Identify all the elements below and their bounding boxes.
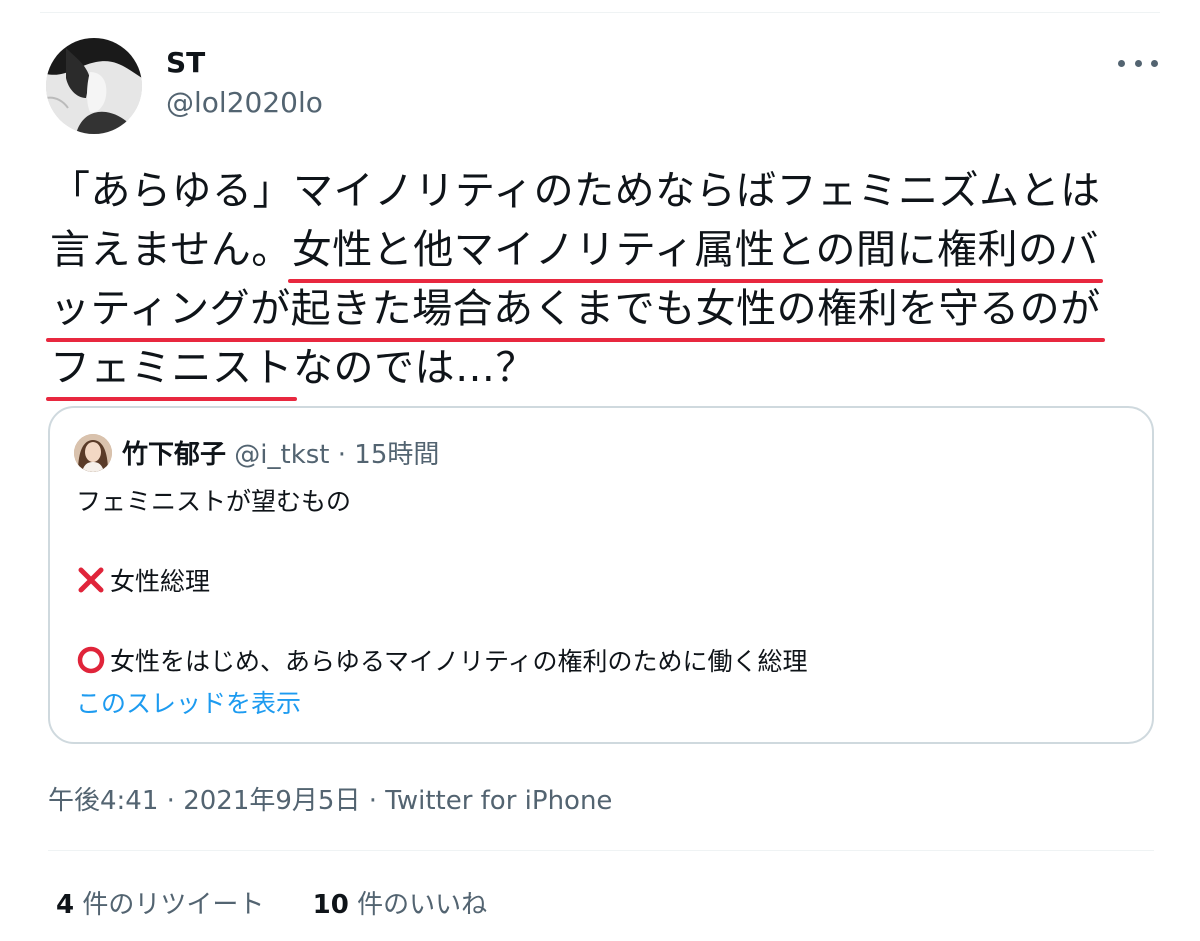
quoted-line: 女性をはじめ、あらゆるマイノリティの権利のために働く総理 [76,642,808,682]
tweet-container: ST @lol2020lo 「あらゆる」マイノリティのためならばフェミニズムとは… [0,0,1200,941]
tweet-date-link[interactable]: 2021年9月5日 [183,786,360,816]
retweets-label: 件のリツイート [74,890,265,920]
tweet-timestamp: 午後4:41 · 2021年9月5日 · Twitter for iPhone [48,780,612,817]
tweet-text-segment: 「あらゆる」マイノリティのためならばフェミニズムとは [50,168,1101,214]
quoted-line-text: 女性をはじめ、あらゆるマイノリティの権利のために働く総理 [110,647,808,676]
author-handle[interactable]: @lol2020lo [166,86,323,119]
meta-separator: · [329,440,355,470]
quoted-author-avatar[interactable] [74,434,112,472]
tweet-source-link[interactable]: Twitter for iPhone [385,786,612,816]
tweet-line: 言えません。女性と他マイノリティ属性との間に権利のバ [50,221,1160,283]
meta-separator: · [360,786,386,816]
retweets-count: 4 [56,890,75,920]
circle-mark-icon [77,646,105,674]
highlighted-text-segment: フェミニスト [46,339,297,401]
more-options-icon[interactable] [1118,48,1158,78]
quoted-tweet-card[interactable]: 竹下郁子 @i_tkst · 15時間 フェミニストが望むもの 女性総理 女性を… [48,406,1154,744]
quoted-author-handle[interactable]: @i_tkst [234,440,329,470]
quoted-line: フェミニストが望むもの [76,487,352,516]
author-display-name[interactable]: ST [166,46,205,79]
tweet-time-link[interactable]: 午後4:41 [48,786,158,816]
engagement-stats: 4 件のリツイート 10 件のいいね [56,884,527,921]
cross-mark-icon [78,567,104,593]
highlighted-text-segment: ッティングが起きた場合あくまでも女性の権利を守るのが [46,280,1105,342]
quoted-timestamp[interactable]: 15時間 [354,440,439,470]
likes-stat[interactable]: 10 件のいいね [313,884,487,921]
quoted-text: フェミニストが望むもの 女性総理 女性をはじめ、あらゆるマイノリティの権利のため… [76,482,808,682]
meta-separator: · [158,786,184,816]
tweet-line: フェミニストなのでは…？ [46,339,1160,401]
likes-label: 件のいいね [348,890,488,920]
quoted-line-text: 女性総理 [110,567,211,596]
avatar-image [46,38,142,134]
tweet-text-segment: なのでは…？ [293,345,536,391]
quoted-avatar-image [74,434,112,472]
tweet-text: 「あらゆる」マイノリティのためならばフェミニズムとは 言えません。女性と他マイノ… [46,162,1160,401]
dot [1151,59,1158,67]
author-avatar[interactable] [46,38,142,134]
retweets-stat[interactable]: 4 件のリツイート [56,884,264,921]
tweet-line: ッティングが起きた場合あくまでも女性の権利を守るのが [46,280,1160,342]
quoted-line: 女性総理 [76,562,808,602]
likes-count: 10 [312,890,349,920]
highlighted-text-segment: 女性と他マイノリティ属性との間に権利のバ [287,221,1104,283]
dot [1134,59,1142,67]
tweet-line: 「あらゆる」マイノリティのためならばフェミニズムとは [50,162,1160,221]
dot [1118,59,1125,67]
quoted-header: 竹下郁子 @i_tkst · 15時間 [122,434,439,471]
show-thread-link[interactable]: このスレッドを表示 [76,684,301,720]
divider [48,850,1154,851]
divider [40,12,1160,13]
tweet-text-segment: 言えません。 [50,227,292,273]
quoted-author-name[interactable]: 竹下郁子 [122,440,226,470]
